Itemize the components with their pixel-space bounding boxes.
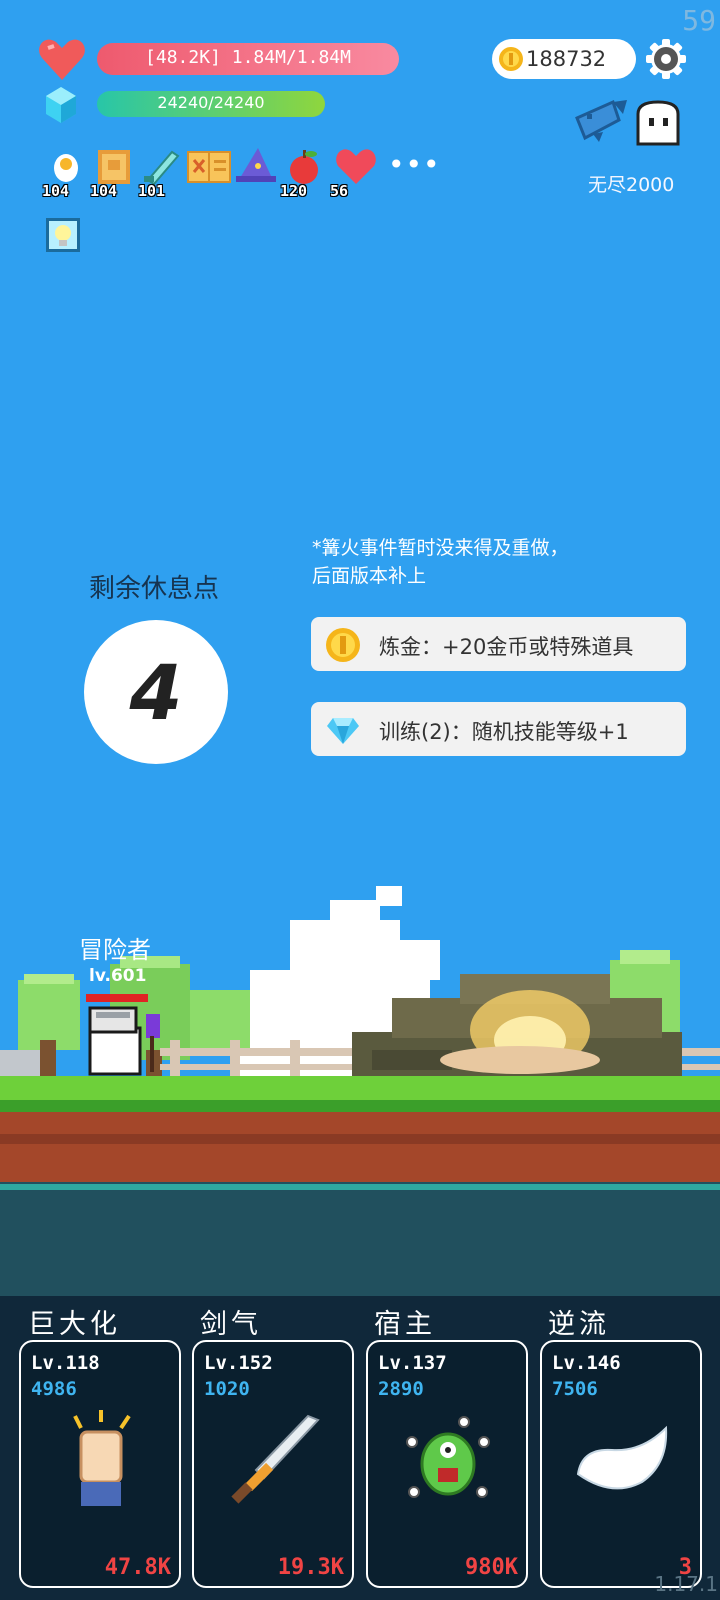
scroll-icon <box>187 151 231 183</box>
endless-mode-label: 无尽2000 <box>588 174 675 196</box>
gold-amount: 188732 <box>526 47 607 71</box>
item-count: 120 <box>280 182 308 200</box>
skill-level: Lv.152 <box>204 1352 273 1374</box>
rest-points-value: 4 <box>129 648 183 737</box>
item-slot[interactable] <box>236 146 276 194</box>
lightbulb-icon <box>46 218 80 252</box>
skill-power: 980K <box>465 1555 518 1580</box>
item-count: 101 <box>138 182 166 200</box>
hero-level: lv.601 <box>89 966 147 986</box>
skill-level: Lv.137 <box>378 1352 447 1374</box>
rest-points-counter: 4 <box>84 620 228 764</box>
fps-counter: 59 <box>682 4 716 37</box>
item-slot[interactable]: 104 <box>42 146 86 200</box>
training-option-label: 训练(2)：随机技能等级+1 <box>379 720 629 744</box>
item-slot[interactable]: 56 <box>330 146 378 200</box>
event-note: *篝火事件暂时没来得及重做， 后面版本补上 <box>312 537 569 587</box>
skill-level: Lv.118 <box>31 1352 100 1374</box>
mp-bar: 24240/24240 <box>97 91 325 117</box>
skill-upgrade-cost: 1020 <box>204 1378 250 1400</box>
mp-text: 24240/24240 <box>157 93 265 112</box>
skill-card-reverse-flow[interactable]: Lv.146 7506 3 <box>540 1340 702 1588</box>
item-slot[interactable]: 120 <box>280 146 324 200</box>
wing-icon <box>576 1425 668 1490</box>
ghost-icon <box>636 100 680 146</box>
skill-card-sword-qi[interactable]: Lv.152 1020 19.3K <box>192 1340 354 1588</box>
hp-bar: [48.2K] 1.84M/1.84M <box>97 43 399 75</box>
diamond-icon <box>327 718 359 744</box>
skill-upgrade-cost: 4986 <box>31 1378 77 1400</box>
skill-upgrade-cost: 2890 <box>378 1378 424 1400</box>
item-slot[interactable]: 104 <box>90 146 134 200</box>
rest-points-title: 剩余休息点 <box>88 574 219 604</box>
training-option-button[interactable]: 训练(2)：随机技能等级+1 <box>311 702 686 756</box>
gold-coin-icon <box>499 47 523 71</box>
wizard-hat-icon <box>236 148 276 182</box>
apple-icon <box>290 150 318 184</box>
crystal-icon <box>46 87 76 123</box>
skill-card-giant[interactable]: Lv.118 4986 47.8K <box>19 1340 181 1588</box>
alchemy-option-button[interactable]: 炼金：+20金币或特殊道具 <box>311 617 686 671</box>
heart-icon <box>336 149 376 184</box>
item-count: 56 <box>330 182 349 200</box>
fish-icon <box>575 99 627 142</box>
egg-icon <box>54 154 78 182</box>
wand-icon <box>144 150 180 186</box>
skill-power: 47.8K <box>104 1555 171 1580</box>
item-bar: 104 104 101 120 56 <box>42 146 446 200</box>
monster-icon <box>406 1416 490 1498</box>
heart-icon <box>39 39 85 80</box>
item-slot[interactable]: 101 <box>138 146 182 200</box>
skill-name: 逆流 <box>548 1309 610 1340</box>
item-count: 104 <box>90 182 118 200</box>
skill-name: 巨大化 <box>28 1309 121 1340</box>
gold-counter: 188732 <box>492 39 636 79</box>
skill-upgrade-cost: 7506 <box>552 1378 598 1400</box>
hp-text: [48.2K] 1.84M/1.84M <box>145 47 351 68</box>
skill-name: 宿主 <box>374 1309 436 1340</box>
gear-icon[interactable] <box>645 38 687 80</box>
gold-coin-icon <box>326 628 360 662</box>
hero-hp-bar <box>86 994 148 1002</box>
more-items-button[interactable]: ••• <box>388 148 441 181</box>
skill-card-host[interactable]: Lv.137 2890 980K <box>366 1340 528 1588</box>
hero-name: 冒险者 <box>79 936 151 964</box>
item-slot[interactable] <box>186 146 232 194</box>
sword-icon <box>231 1414 320 1504</box>
fist-icon <box>73 1410 131 1506</box>
skill-power: 19.3K <box>277 1555 344 1580</box>
alchemy-option-label: 炼金：+20金币或特殊道具 <box>379 635 634 659</box>
book-icon <box>98 150 130 184</box>
skill-name: 剑气 <box>200 1309 262 1340</box>
item-count: 104 <box>42 182 70 200</box>
skill-level: Lv.146 <box>552 1352 621 1374</box>
version-label: 1.17.1 <box>654 1572 718 1596</box>
